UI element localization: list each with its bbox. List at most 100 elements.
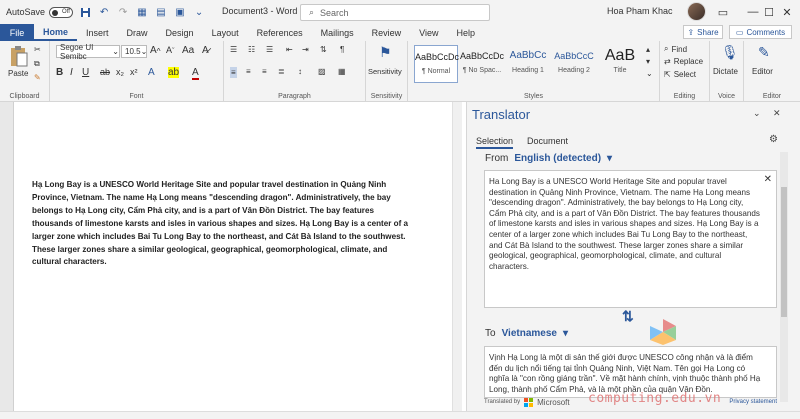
select-button[interactable]: ⇱ Select (664, 70, 696, 79)
search-input[interactable]: ⌕ Search (300, 4, 490, 21)
bold-icon[interactable]: B (56, 67, 63, 78)
numbering-icon[interactable]: ☷ (248, 45, 255, 54)
document-body-text[interactable]: Hạ Long Bay is a UNESCO World Heritage S… (32, 179, 417, 269)
autosave-toggle[interactable]: Off (49, 6, 74, 18)
to-language-select[interactable]: Vietnamese (502, 328, 557, 339)
shading-icon[interactable]: ▨ (318, 67, 326, 76)
tab-document[interactable]: Document (527, 136, 568, 146)
format-painter-icon[interactable]: ✎ (34, 73, 41, 82)
subscript-icon[interactable]: x₂ (116, 67, 124, 77)
tab-file[interactable]: File (0, 24, 34, 41)
redo-icon[interactable]: ↷ (116, 5, 130, 19)
styles-scroll-down-icon[interactable]: ▾ (646, 57, 650, 66)
copy-icon[interactable]: ⧉ (34, 59, 40, 69)
style-no-spacing[interactable]: AaBbCcDc ¶ No Spac... (460, 45, 504, 83)
tab-layout[interactable]: Layout (203, 24, 248, 41)
editor-icon[interactable]: ✎ (758, 44, 770, 61)
clear-text-icon[interactable]: ✕ (764, 174, 772, 185)
bullets-icon[interactable]: ☰ (230, 45, 237, 54)
editor-button[interactable]: Editor (752, 67, 773, 76)
justify-icon[interactable]: ≣ (278, 67, 285, 76)
shrink-font-icon[interactable]: Aˇ (166, 45, 175, 55)
text-effects-icon[interactable]: A (148, 67, 155, 78)
change-case-icon[interactable]: Aa (182, 45, 194, 56)
styles-scroll-up-icon[interactable]: ▴ (646, 45, 650, 54)
tab-insert[interactable]: Insert (77, 24, 118, 41)
style-heading-1[interactable]: AaBbCc Heading 1 (506, 45, 550, 83)
decrease-indent-icon[interactable]: ⇤ (286, 45, 293, 54)
sensitivity-button[interactable]: Sensitivity (368, 67, 402, 76)
format-icon[interactable]: ▤ (154, 5, 168, 19)
replace-button[interactable]: ⇄ Replace (664, 57, 703, 66)
user-name[interactable]: Hoa Pham Khac (607, 6, 673, 16)
underline-icon[interactable]: U (82, 67, 89, 78)
sort-icon[interactable]: ⇅ (320, 45, 327, 54)
style-normal[interactable]: AaBbCcDc ¶ Normal (414, 45, 459, 83)
microphone-icon[interactable]: 🎙 (721, 44, 739, 61)
superscript-icon[interactable]: x² (130, 67, 138, 77)
document-scrollbar[interactable] (452, 102, 462, 411)
align-right-icon[interactable]: ≡ (262, 67, 267, 76)
comments-button[interactable]: ▭ Comments (729, 25, 792, 39)
avatar[interactable] (687, 2, 706, 21)
tab-view[interactable]: View (410, 24, 447, 41)
paste-button[interactable]: Paste (8, 69, 28, 78)
font-size-select[interactable]: 10.5 ⌄ (121, 45, 147, 58)
from-language-select[interactable]: English (detected) (514, 153, 601, 164)
privacy-statement-link[interactable]: Privacy statement (729, 399, 777, 405)
translator-scrollbar[interactable] (780, 152, 788, 402)
swap-languages-icon[interactable]: ⇅ (622, 308, 634, 325)
source-text-box[interactable]: Ha Long Bay is a UNESCO World Heritage S… (484, 170, 777, 308)
cut-icon[interactable]: ✂ (34, 45, 41, 54)
font-color-icon[interactable]: A (192, 67, 199, 80)
borders-icon[interactable]: ▦ (338, 67, 346, 76)
styles-more-icon[interactable]: ⌄ (646, 69, 653, 78)
save-icon[interactable] (78, 5, 92, 19)
chevron-down-icon[interactable]: ▾ (563, 328, 568, 339)
italic-icon[interactable]: I (70, 67, 73, 78)
tab-references[interactable]: References (248, 24, 312, 41)
autosave[interactable]: AutoSave Off (6, 6, 74, 18)
share-button[interactable]: ⇪ Share (683, 25, 723, 39)
ribbon-display-options-icon[interactable]: ▭ (708, 0, 738, 24)
tab-home[interactable]: Home (34, 24, 78, 41)
undo-icon[interactable]: ↶ (97, 5, 111, 19)
chevron-down-icon[interactable]: ▾ (607, 153, 612, 164)
font-name-select[interactable]: Segoe UI Semibc ⌄ (56, 43, 120, 61)
document-canvas[interactable]: Hạ Long Bay is a UNESCO World Heritage S… (14, 102, 466, 411)
grow-font-icon[interactable]: A ^ (150, 45, 161, 56)
customize-toolbar-icon[interactable]: ⌄ (192, 5, 206, 19)
show-formatting-icon[interactable]: ¶ (340, 45, 344, 54)
tab-design[interactable]: Design (157, 24, 203, 41)
align-left-icon[interactable]: ≡ (230, 67, 237, 78)
clear-formatting-icon[interactable]: A̷ (202, 45, 209, 56)
style-title[interactable]: AaB Title (598, 45, 642, 83)
increase-indent-icon[interactable]: ⇥ (302, 45, 309, 54)
ribbon-tabs: File Home Insert Draw Design Layout Refe… (0, 24, 800, 41)
picture-icon[interactable]: ▣ (173, 5, 187, 19)
highlight-icon[interactable]: ab (168, 67, 180, 78)
tab-help[interactable]: Help (448, 24, 485, 41)
scroll-thumb[interactable] (781, 187, 787, 317)
align-center-icon[interactable]: ≡ (246, 67, 251, 76)
tab-draw[interactable]: Draw (118, 24, 157, 41)
line-spacing-icon[interactable]: ↕ (298, 67, 302, 76)
strikethrough-icon[interactable]: ab (100, 67, 110, 77)
tab-review[interactable]: Review (363, 24, 411, 41)
share-icon: ⇪ (687, 27, 695, 37)
tab-mailings[interactable]: Mailings (312, 24, 363, 41)
multilevel-list-icon[interactable]: ☰ (266, 45, 273, 54)
style-heading-2[interactable]: AaBbCcC Heading 2 (552, 45, 596, 83)
close-icon[interactable]: ✕ (772, 0, 800, 24)
paste-icon[interactable] (6, 44, 32, 70)
sensitivity-icon[interactable]: ⚑ (379, 44, 392, 61)
draw-table-icon[interactable]: ▦ (135, 5, 149, 19)
search-placeholder: Search (320, 7, 349, 18)
settings-gear-icon[interactable]: ⚙ (769, 134, 778, 145)
find-button[interactable]: ⌕ Find (664, 44, 687, 54)
pane-options-icon[interactable]: ⌄ (753, 108, 761, 119)
dictate-button[interactable]: Dictate (713, 67, 738, 76)
status-bar (0, 411, 800, 419)
tab-selection[interactable]: Selection (476, 136, 514, 149)
close-pane-icon[interactable]: ✕ (773, 108, 781, 119)
